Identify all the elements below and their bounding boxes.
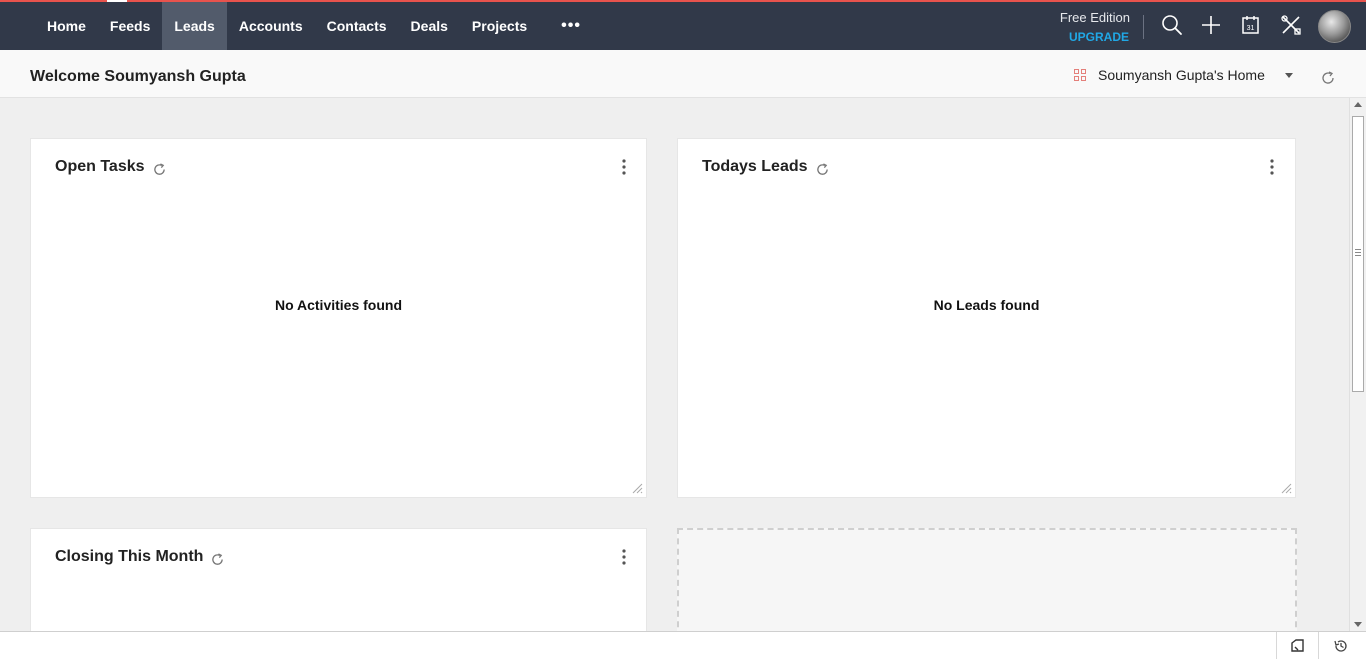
welcome-title: Welcome Soumyansh Gupta [30,68,246,85]
grid-icon [1074,69,1086,81]
bottom-divider [1318,632,1319,659]
card-header: Closing This Month [55,548,224,566]
history-icon[interactable] [1333,638,1349,654]
nav-leads[interactable]: Leads [106,0,227,50]
edition-info: Free Edition UPGRADE [1030,10,1130,44]
refresh-icon[interactable] [211,552,224,566]
top-nav-bar: Home Feeds Leads Accounts Contacts Deals… [0,0,1366,50]
nav-feeds[interactable]: Feeds [98,2,162,50]
refresh-icon[interactable] [816,162,829,176]
upgrade-link[interactable]: UPGRADE [1030,30,1129,44]
resize-handle-icon[interactable] [1280,482,1292,494]
kebab-menu-icon[interactable] [620,159,628,175]
chevron-down-icon [1284,72,1293,78]
nav-more-button[interactable]: ••• [539,2,597,50]
closing-this-month-card: Closing This Month [30,528,647,648]
kebab-menu-icon[interactable] [620,549,628,565]
add-component-placeholder[interactable] [677,528,1297,648]
nav-contacts[interactable]: Contacts [315,2,399,50]
plus-icon[interactable] [1200,14,1222,36]
home-select-label: Soumyansh Gupta's Home [1098,67,1265,83]
toolbar-divider [1143,15,1144,39]
scroll-down-arrow-icon[interactable] [1354,622,1362,627]
empty-message: No Activities found [274,297,403,313]
bottom-bar [0,631,1366,659]
todays-leads-card: Todays Leads No Leads found [677,138,1296,498]
refresh-icon[interactable] [1321,71,1335,85]
nav-deals[interactable]: Deals [399,2,460,50]
card-title: Closing This Month [55,548,204,565]
nav-accounts[interactable]: Accounts [227,2,315,50]
empty-message: No Leads found [933,297,1040,313]
resize-handle-icon[interactable] [631,482,643,494]
home-dashboard-select[interactable]: Soumyansh Gupta's Home [1074,67,1293,83]
open-tasks-card: Open Tasks No Activities found [30,138,647,498]
vertical-scrollbar[interactable] [1349,98,1366,631]
tools-icon[interactable] [1280,14,1302,36]
card-header: Todays Leads [702,158,829,176]
calendar-icon[interactable]: 31 [1240,14,1262,36]
nav-projects[interactable]: Projects [460,2,539,50]
card-header: Open Tasks [55,158,166,176]
main-nav: Home Feeds Leads Accounts Contacts Deals… [35,0,597,50]
scroll-up-arrow-icon[interactable] [1354,102,1362,107]
user-avatar[interactable] [1318,10,1351,43]
nav-home[interactable]: Home [35,2,98,50]
edition-label: Free Edition [1059,10,1130,25]
scrollbar-thumb[interactable] [1352,116,1364,392]
grip-icon [1355,249,1361,256]
bottom-search-input[interactable] [0,632,1277,659]
tag-icon[interactable] [1290,638,1306,654]
calendar-day: 31 [1247,25,1255,32]
search-icon[interactable] [1161,14,1183,36]
card-title: Open Tasks [55,158,145,175]
page-header: Welcome Soumyansh Gupta Soumyansh Gupta'… [0,50,1366,98]
card-title: Todays Leads [702,158,808,175]
refresh-icon[interactable] [153,162,166,176]
kebab-menu-icon[interactable] [1268,159,1276,175]
